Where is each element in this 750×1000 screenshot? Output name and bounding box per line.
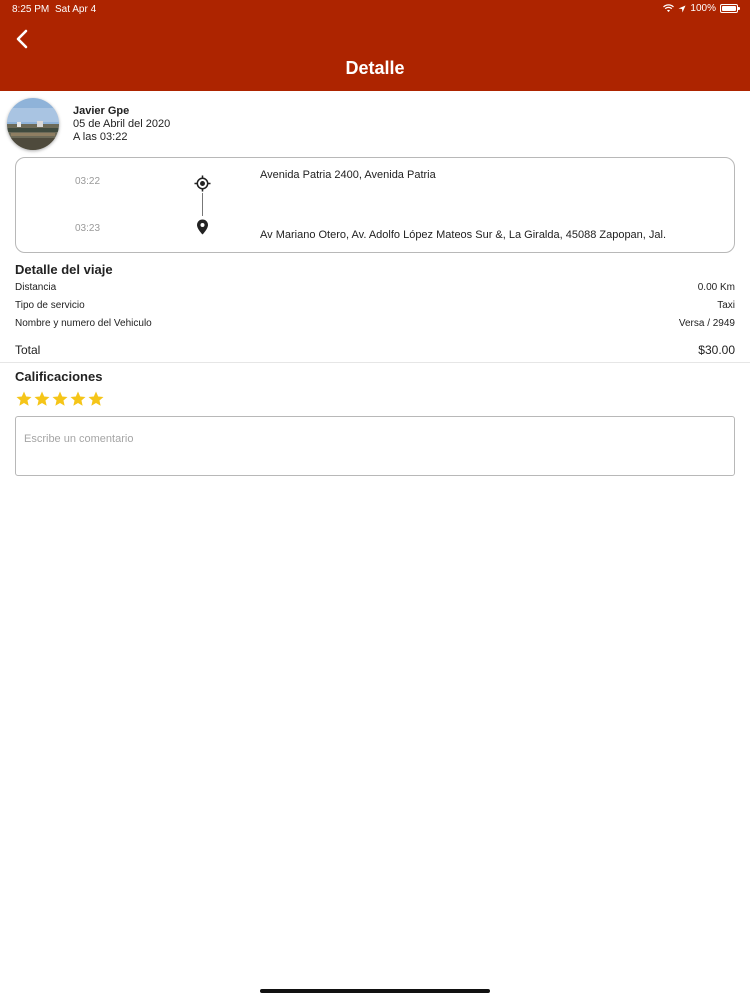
detail-value: Taxi [717, 300, 735, 311]
ratings-title: Calificaciones [15, 369, 103, 384]
detail-value: Versa / 2949 [678, 318, 735, 329]
destination-time: 03:23 [75, 223, 101, 234]
crosshair-icon [194, 175, 211, 192]
user-info: Javier Gpe 05 de Abril del 2020 A las 03… [73, 105, 170, 144]
total-value: $30.00 [698, 343, 735, 357]
map-pin-icon [197, 219, 208, 235]
destination-address: Av Mariano Otero, Av. Adolfo López Mateo… [260, 229, 667, 241]
detail-label: Nombre y numero del Vehiculo [15, 318, 152, 329]
total-label: Total [15, 343, 41, 357]
header-bar: 8:25 PM Sat Apr 4 100% Detalle [0, 0, 750, 91]
status-indicators: 100% [663, 3, 740, 14]
detail-label: Tipo de servicio [15, 300, 85, 311]
user-name: Javier Gpe [73, 105, 130, 117]
star-rating[interactable] [15, 390, 105, 408]
total-row: Total $30.00 [15, 343, 735, 357]
back-button[interactable] [12, 28, 34, 50]
route-card: 03:22 Avenida Patria 2400, Avenida Patri… [15, 157, 735, 253]
star-icon[interactable] [51, 390, 69, 408]
route-connector [202, 193, 203, 216]
home-indicator [260, 989, 490, 993]
trip-date: 05 de Abril del 2020 [73, 118, 171, 130]
section-divider [0, 362, 750, 363]
location-arrow-icon [678, 5, 686, 12]
star-icon[interactable] [15, 390, 33, 408]
trip-detail-title: Detalle del viaje [15, 262, 113, 277]
status-bar: 8:25 PM Sat Apr 4 100% [0, 0, 750, 18]
star-icon[interactable] [69, 390, 87, 408]
detail-label: Distancia [15, 282, 57, 293]
detail-value: 0.00 Km [697, 282, 735, 293]
origin-address: Avenida Patria 2400, Avenida Patria [260, 169, 436, 181]
detail-row-distance: Distancia 0.00 Km [15, 282, 735, 293]
star-icon[interactable] [33, 390, 51, 408]
status-date: Sat Apr 4 [55, 4, 97, 15]
battery-icon [720, 4, 740, 13]
star-icon[interactable] [87, 390, 105, 408]
page-title: Detalle [345, 58, 405, 78]
battery-percent: 100% [690, 3, 716, 14]
chevron-left-icon [16, 29, 28, 49]
comment-input[interactable] [15, 416, 735, 476]
detail-row-vehicle: Nombre y numero del Vehiculo Versa / 294… [15, 318, 735, 329]
trip-time: A las 03:22 [73, 131, 128, 143]
avatar [7, 98, 59, 150]
wifi-icon [663, 4, 675, 12]
user-card: Javier Gpe 05 de Abril del 2020 A las 03… [7, 98, 747, 153]
origin-time: 03:22 [75, 176, 101, 187]
status-time: 8:25 PM [12, 4, 50, 15]
detail-row-service: Tipo de servicio Taxi [15, 300, 735, 311]
